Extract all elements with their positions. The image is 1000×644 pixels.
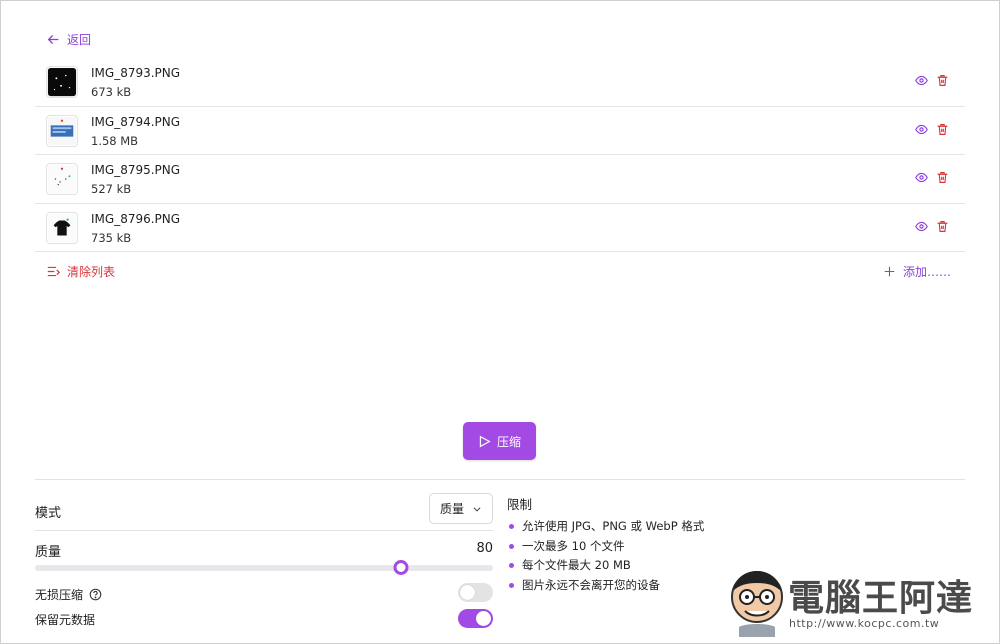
file-name: IMG_8793.PNG (91, 66, 181, 80)
chevron-down-icon (473, 506, 481, 512)
add-files-label: 添加…… (902, 265, 951, 279)
toggle-knob (476, 611, 491, 626)
file-thumbnail (46, 163, 78, 195)
section-divider (35, 479, 965, 480)
compress-button[interactable]: 压缩 (463, 422, 536, 460)
quality-label: 质量 (35, 545, 62, 560)
file-row: IMG_8796.PNG 735 kB (35, 204, 965, 252)
file-list: IMG_8793.PNG 673 kB IMG_8794.PNG 1.58 MB… (35, 58, 965, 252)
file-thumbnail (46, 211, 78, 244)
trash-icon[interactable] (936, 171, 949, 184)
arrow-left-icon (47, 34, 59, 45)
trash-icon[interactable] (936, 220, 949, 233)
plus-icon (884, 266, 895, 277)
file-size: 735 kB (91, 230, 132, 245)
eye-icon[interactable] (915, 123, 928, 136)
file-size: 527 kB (91, 182, 132, 196)
add-files-button[interactable]: 添加…… (884, 263, 951, 280)
file-name: IMG_8796.PNG (91, 211, 181, 226)
eye-icon[interactable] (915, 74, 928, 87)
file-row: IMG_8793.PNG 673 kB (35, 58, 965, 107)
watermark-url: http://www.kocpc.com.tw (789, 617, 940, 630)
file-thumbnail (46, 66, 78, 98)
file-size: 1.58 MB (91, 133, 139, 148)
clear-list-button[interactable]: 清除列表 (47, 263, 115, 280)
mode-value: 质量 (439, 502, 464, 516)
limit-item-text: 允许使用 JPG、PNG 或 WebP 格式 (522, 519, 705, 533)
quality-slider-fill (35, 565, 402, 571)
limit-item: 允许使用 JPG、PNG 或 WebP 格式 (507, 517, 727, 537)
file-name: IMG_8794.PNG (91, 114, 181, 129)
lossless-toggle[interactable] (458, 583, 493, 602)
limit-item-text: 每个文件最大 20 MB (522, 558, 631, 572)
quality-slider-thumb[interactable] (393, 560, 409, 575)
limit-item-text: 图片永远不会离开您的设备 (522, 577, 660, 592)
watermark: 電腦王阿達 http://www.kocpc.com.tw (725, 563, 990, 638)
limit-item: 一次最多 10 个文件 (507, 537, 727, 557)
back-link[interactable]: 返回 (47, 31, 91, 48)
limits-list: 允许使用 JPG、PNG 或 WebP 格式 一次最多 10 个文件 每个文件最… (507, 517, 727, 595)
clear-list-label: 清除列表 (67, 265, 116, 279)
quality-slider[interactable] (35, 560, 493, 575)
file-row: IMG_8794.PNG 1.58 MB (35, 107, 965, 155)
eye-icon[interactable] (915, 220, 928, 233)
settings-separator (35, 530, 493, 531)
file-name: IMG_8795.PNG (91, 163, 181, 177)
eye-icon[interactable] (915, 171, 928, 184)
limit-item: 每个文件最大 20 MB (507, 556, 727, 576)
trash-icon[interactable] (936, 123, 949, 136)
trash-icon[interactable] (936, 74, 949, 87)
lossless-label: 无损压缩 (35, 588, 84, 602)
list-actions: 清除列表 添加…… (35, 260, 965, 282)
lossless-row: 无损压缩 (35, 586, 102, 603)
limit-item: 图片永远不会离开您的设备 (507, 576, 727, 596)
watermark-text: 電腦王阿達 (788, 578, 974, 619)
help-circle-icon[interactable] (89, 588, 102, 601)
quality-value: 80 (476, 541, 493, 556)
keep-metadata-label: 保留元数据 (35, 613, 96, 627)
limit-item-text: 一次最多 10 个文件 (522, 538, 625, 553)
file-thumbnail (46, 114, 78, 147)
compress-label: 压缩 (496, 434, 521, 449)
play-icon (479, 435, 491, 447)
file-row: IMG_8795.PNG 527 kB (35, 155, 965, 204)
keep-metadata-toggle[interactable] (458, 609, 493, 628)
mode-label: 模式 (35, 506, 62, 521)
toggle-knob (460, 585, 475, 600)
limits-panel: 限制 允许使用 JPG、PNG 或 WebP 格式 一次最多 10 个文件 每个… (507, 494, 727, 595)
mascot-logo (731, 571, 783, 637)
mode-select[interactable]: 质量 (429, 493, 493, 524)
clear-list-icon (47, 266, 60, 277)
file-size: 673 kB (91, 85, 132, 99)
back-label: 返回 (67, 33, 92, 47)
limits-title: 限制 (507, 497, 533, 512)
